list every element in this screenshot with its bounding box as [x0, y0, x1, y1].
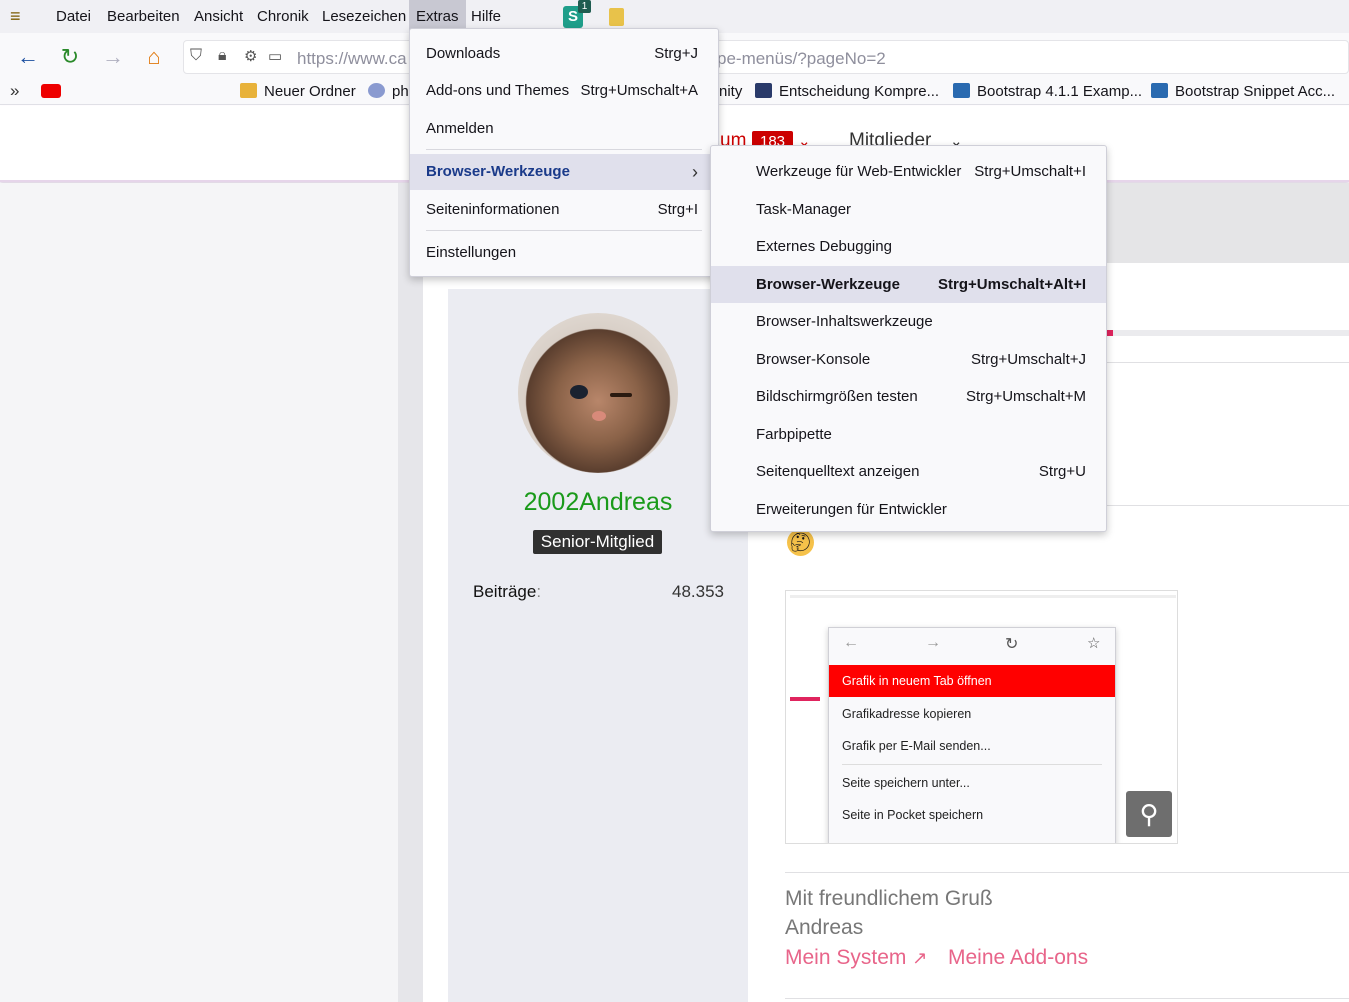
- avatar-nose: [592, 411, 606, 421]
- url-bar[interactable]: ⛉ 🔒︎ ⚙ ▭ https://www.ca pe-menüs/?pageNo…: [183, 40, 1349, 74]
- back-arrow-icon: ←: [843, 634, 859, 651]
- menu-ansicht[interactable]: Ansicht: [187, 0, 250, 33]
- url-text[interactable]: https://www.ca: [297, 49, 407, 69]
- chevron-right-icon: ›: [692, 162, 698, 182]
- submenu-item-browser-konsole[interactable]: Browser-Konsole Strg+Umschalt+J: [711, 341, 1106, 379]
- permissions-icon[interactable]: ⚙: [244, 47, 257, 65]
- submenu-item-erweiterungen[interactable]: Erweiterungen für Entwickler: [711, 491, 1106, 529]
- screenshot-menu-item: Seite speichern unter...: [842, 776, 970, 790]
- menu-item-downloads[interactable]: Downloads Strg+J: [410, 36, 718, 72]
- signature-name: Andreas: [785, 916, 864, 939]
- folder-icon: [240, 83, 257, 98]
- bookmark-neuer-ordner[interactable]: Neuer Ordner: [240, 81, 356, 103]
- submenu-item-web-entwickler[interactable]: Werkzeuge für Web-Entwickler Strg+Umschal…: [711, 153, 1106, 191]
- menu-chronik[interactable]: Chronik: [250, 0, 316, 33]
- youtube-icon[interactable]: [41, 84, 61, 98]
- menu-item-anmelden[interactable]: Anmelden: [410, 111, 718, 147]
- bootstrap-icon: [953, 83, 970, 98]
- chevron-overflow-icon[interactable]: »: [10, 81, 19, 101]
- submenu-item-inhaltswerkzeuge[interactable]: Browser-Inhaltswerkzeuge: [711, 303, 1106, 341]
- rank-badge: Senior-Mitglied: [533, 530, 662, 554]
- extension-badge: 1: [578, 0, 591, 13]
- screenshot-menu-item: Grafik in neuem Tab öffnen: [842, 674, 992, 688]
- star-icon: ☆: [1087, 635, 1101, 652]
- screenshot-menu-item: Grafik per E-Mail senden...: [842, 739, 991, 753]
- divider: [785, 998, 1349, 999]
- bookmark-bootstrap-example[interactable]: Bootstrap 4.1.1 Examp...: [953, 81, 1142, 103]
- posts-label: Beiträge:: [473, 582, 542, 601]
- bookmark-entscheidung[interactable]: Entscheidung Kompre...: [755, 81, 939, 103]
- external-link-icon: ↗: [912, 948, 928, 968]
- lock-icon[interactable]: 🔒︎: [218, 47, 227, 65]
- thinking-emoji-icon: 🤔︎: [787, 529, 814, 556]
- menu-separator: [426, 230, 702, 231]
- menu-bearbeiten[interactable]: Bearbeiten: [100, 0, 187, 33]
- submenu-item-task-manager[interactable]: Task-Manager: [711, 191, 1106, 229]
- forward-arrow-icon: →: [925, 634, 941, 651]
- forward-arrow-icon[interactable]: →: [99, 43, 127, 71]
- submenu-item-browser-werkzeuge[interactable]: Browser-Werkzeuge Strg+Umschalt+Alt+I: [711, 265, 1106, 303]
- page-left-margin: [0, 183, 398, 1002]
- bookmark-nity[interactable]: nity: [719, 81, 742, 103]
- menu-datei[interactable]: Datei: [49, 0, 98, 33]
- home-icon[interactable]: ⌂: [140, 43, 168, 71]
- back-arrow-icon[interactable]: ←: [14, 43, 42, 71]
- divider: [1107, 505, 1349, 506]
- progress-marker: [1107, 330, 1113, 336]
- bootstrap-icon: [1151, 83, 1168, 98]
- screenshot-context-menu: ← → ↻ ☆ Grafik in neuem Tab öffnen Grafi…: [828, 627, 1116, 843]
- submenu-item-farbpipette[interactable]: Farbpipette: [711, 416, 1106, 454]
- username[interactable]: 2002Andreas: [448, 488, 748, 517]
- progress-marker: [790, 697, 820, 701]
- shield-icon[interactable]: ⛉: [190, 47, 202, 65]
- menu-item-addons[interactable]: Add-ons und Themes Strg+Umschalt+A: [410, 73, 718, 109]
- submenu-item-externes-debugging[interactable]: Externes Debugging: [711, 228, 1106, 266]
- posts-count: 48.353: [672, 582, 724, 601]
- embedded-screenshot[interactable]: ← → ↻ ☆ Grafik in neuem Tab öffnen Grafi…: [785, 590, 1178, 844]
- menu-item-seiteninformationen[interactable]: Seiteninformationen Strg+I: [410, 192, 718, 228]
- reload-icon[interactable]: ↻: [56, 43, 84, 71]
- extension-icon-2[interactable]: [609, 8, 624, 26]
- avatar-eye: [610, 393, 632, 397]
- menu-item-einstellungen[interactable]: Einstellungen: [410, 235, 718, 271]
- url-text-tail[interactable]: pe-menüs/?pageNo=2: [717, 49, 886, 69]
- avatar-eye: [570, 385, 588, 399]
- submenu-item-seitenquelltext[interactable]: Seitenquelltext anzeigen Strg+U: [711, 453, 1106, 491]
- screenshot-menu-item: Seite in Pocket speichern: [842, 808, 984, 822]
- screenshot-menu-item: Grafikadresse kopieren: [842, 707, 972, 721]
- bookmark-bootstrap-snippet[interactable]: Bootstrap Snippet Acc...: [1151, 81, 1335, 103]
- extras-menu: Downloads Strg+J Add-ons und Themes Strg+U…: [409, 28, 719, 277]
- divider: [842, 764, 1102, 765]
- submenu-item-bildschirmgroessen[interactable]: Bildschirmgrößen testen Strg+Umschalt+M: [711, 378, 1106, 416]
- browser-werkzeuge-submenu: Werkzeuge für Web-Entwickler Strg+Umschal…: [710, 145, 1107, 532]
- avatar[interactable]: [518, 313, 678, 473]
- link-meine-addons[interactable]: Meine Add-ons: [948, 946, 1088, 970]
- signature-greeting: Mit freundlichem Gruß: [785, 887, 993, 910]
- divider: [790, 595, 1176, 598]
- divider: [785, 872, 1349, 873]
- menu-item-browser-werkzeuge[interactable]: Browser-Werkzeuge ›: [410, 154, 718, 190]
- zoom-search-icon[interactable]: ⚲: [1126, 791, 1172, 837]
- menu-separator: [426, 149, 702, 150]
- reload-icon: ↻: [1005, 636, 1019, 653]
- hamburger-menu-icon[interactable]: ≡: [10, 6, 30, 26]
- page-shadow: [398, 183, 423, 1002]
- progress-track: [1107, 330, 1349, 336]
- menu-lesezeichen[interactable]: Lesezeichen: [315, 0, 413, 33]
- link-mein-system[interactable]: Mein System ↗: [785, 946, 927, 970]
- bookmark-ph[interactable]: ph: [368, 81, 409, 103]
- divider: [1107, 362, 1349, 363]
- people-icon: [368, 83, 385, 98]
- chart-icon: [755, 83, 772, 98]
- screen-share-icon[interactable]: ▭: [268, 47, 282, 65]
